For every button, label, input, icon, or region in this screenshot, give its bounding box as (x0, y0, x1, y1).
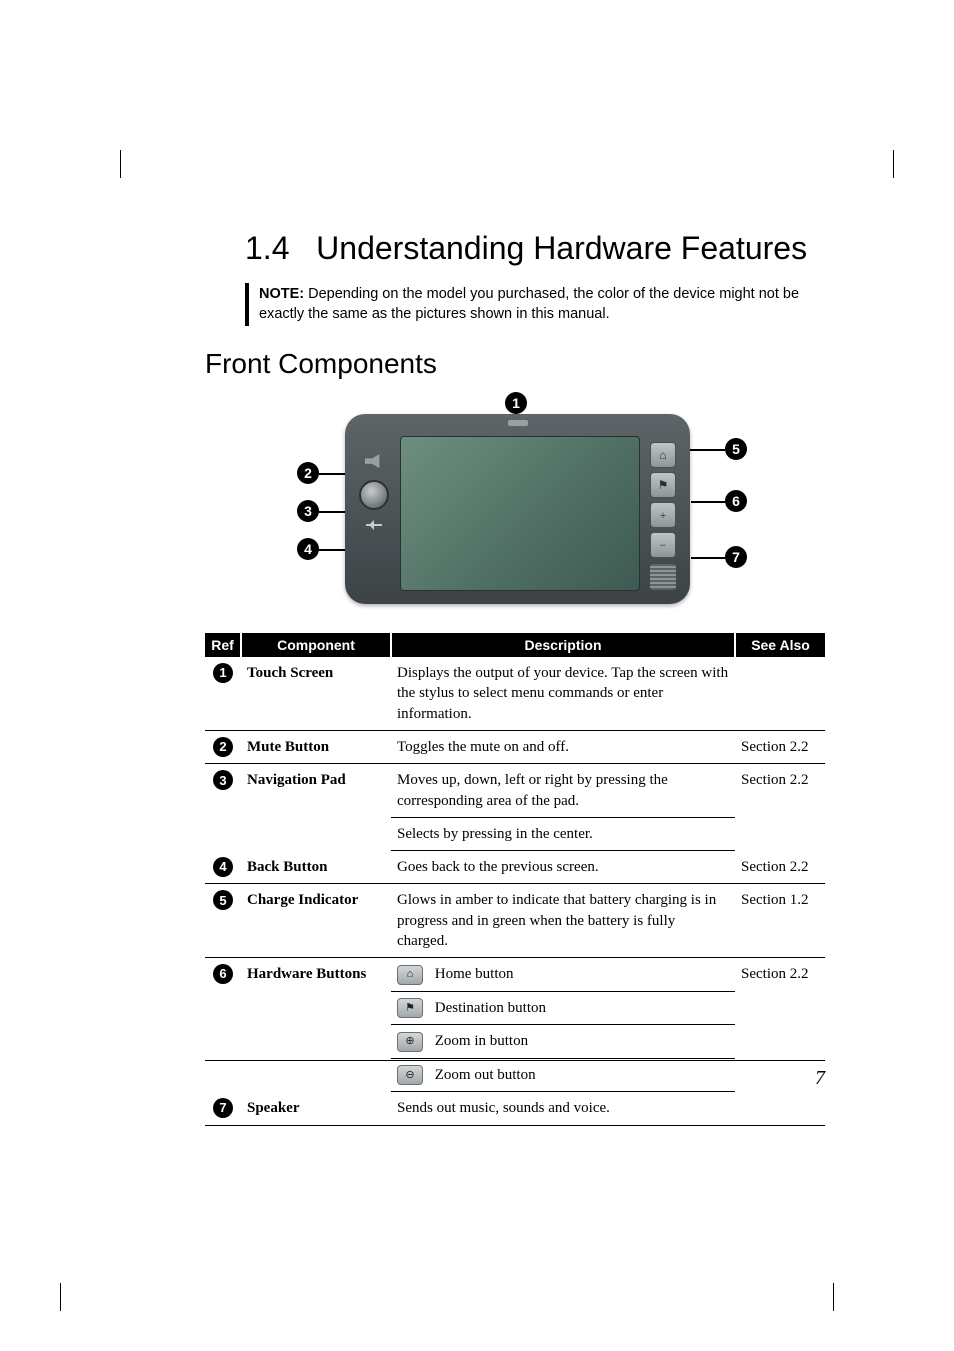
crop-mark-tr (874, 150, 894, 178)
device-right-controls: ⌂ ⚑ + − (650, 442, 680, 590)
callout-1: 1 (505, 392, 527, 414)
callout-2: 2 (297, 462, 319, 484)
hw-label: Home button (435, 966, 514, 982)
subsection-title: Front Components (205, 348, 825, 380)
table-row: 7 Speaker Sends out music, sounds and vo… (205, 1092, 825, 1125)
ref-badge: 5 (213, 890, 233, 910)
component-desc: Toggles the mute on and off. (391, 730, 735, 763)
component-name: Mute Button (241, 730, 391, 763)
see-also (735, 1092, 825, 1125)
component-desc: Moves up, down, left or right by pressin… (391, 764, 735, 818)
component-name: Navigation Pad (241, 764, 391, 851)
device-body: ⌂ ⚑ + − (345, 414, 690, 604)
th-see-also: See Also (735, 633, 825, 657)
back-arrow-icon (366, 524, 382, 536)
device-figure: 1 2 3 4 5 6 7 ⌂ ⚑ + − (235, 394, 795, 619)
th-ref: Ref (205, 633, 241, 657)
note-label: NOTE: (259, 286, 304, 302)
crop-mark-br (814, 1283, 834, 1311)
ref-badge: 6 (213, 964, 233, 984)
hw-button-row: ⌂ Home button (391, 958, 735, 992)
hw-button-row: ⚑ Destination button (391, 991, 735, 1025)
nav-pad-icon (359, 480, 389, 510)
table-row: 5 Charge Indicator Glows in amber to ind… (205, 884, 825, 958)
ref-badge: 3 (213, 770, 233, 790)
section-title: 1.4 Understanding Hardware Features (205, 230, 825, 267)
see-also (735, 657, 825, 730)
component-desc: Selects by pressing in the center. (391, 817, 735, 850)
page-number: 7 (815, 1067, 825, 1089)
crop-mark-tl (120, 150, 140, 178)
mute-icon (365, 454, 383, 468)
zoom-in-hw-icon: + (650, 502, 676, 528)
component-name: Touch Screen (241, 657, 391, 730)
section-title-text: Understanding Hardware Features (316, 230, 807, 266)
callout-5: 5 (725, 438, 747, 460)
callout-3: 3 (297, 500, 319, 522)
note-text: Depending on the model you purchased, th… (259, 286, 799, 322)
see-also: Section 2.2 (735, 851, 825, 884)
table-row: 2 Mute Button Toggles the mute on and of… (205, 730, 825, 763)
component-desc: Goes back to the previous screen. (391, 851, 735, 884)
lead-7 (691, 557, 725, 559)
see-also: Section 2.2 (735, 764, 825, 851)
page-content: 1.4 Understanding Hardware Features NOTE… (205, 230, 825, 1126)
component-table: Ref Component Description See Also 1 Tou… (205, 633, 825, 1125)
home-hw-icon: ⌂ (650, 442, 676, 468)
callout-7: 7 (725, 546, 747, 568)
callout-6: 6 (725, 490, 747, 512)
charge-indicator-icon (508, 420, 528, 426)
hw-label: Zoom in button (435, 1033, 528, 1049)
table-row: 3 Navigation Pad Moves up, down, left or… (205, 764, 825, 818)
home-button-icon: ⌂ (397, 965, 423, 985)
ref-badge: 1 (213, 663, 233, 683)
lead-6 (691, 501, 725, 503)
component-desc: Sends out music, sounds and voice. (391, 1092, 735, 1125)
th-description: Description (391, 633, 735, 657)
ref-badge: 2 (213, 737, 233, 757)
section-number: 1.4 (245, 230, 289, 266)
ref-badge: 7 (213, 1098, 233, 1118)
device-screen (400, 436, 640, 591)
speaker-grill-icon (650, 564, 676, 590)
dest-hw-icon: ⚑ (650, 472, 676, 498)
component-name: Speaker (241, 1092, 391, 1125)
destination-button-icon: ⚑ (397, 998, 423, 1018)
th-component: Component (241, 633, 391, 657)
see-also: Section 1.2 (735, 884, 825, 958)
hw-label: Destination button (435, 1000, 546, 1016)
component-name: Back Button (241, 851, 391, 884)
table-row: 1 Touch Screen Displays the output of yo… (205, 657, 825, 730)
component-desc: Displays the output of your device. Tap … (391, 657, 735, 730)
page-footer: 7 (205, 1060, 825, 1090)
ref-badge: 4 (213, 857, 233, 877)
zoom-out-hw-icon: − (650, 532, 676, 558)
callout-4: 4 (297, 538, 319, 560)
see-also: Section 2.2 (735, 730, 825, 763)
crop-mark-bl (60, 1283, 80, 1311)
component-name: Charge Indicator (241, 884, 391, 958)
note-block: NOTE: Depending on the model you purchas… (245, 283, 825, 326)
table-row: 4 Back Button Goes back to the previous … (205, 851, 825, 884)
device-left-controls (359, 448, 389, 588)
component-desc: Glows in amber to indicate that battery … (391, 884, 735, 958)
zoom-in-button-icon: ⊕ (397, 1032, 423, 1052)
hw-button-row: ⊕ Zoom in button (391, 1025, 735, 1059)
table-row: 6 Hardware Buttons ⌂ Home button Section… (205, 958, 825, 992)
